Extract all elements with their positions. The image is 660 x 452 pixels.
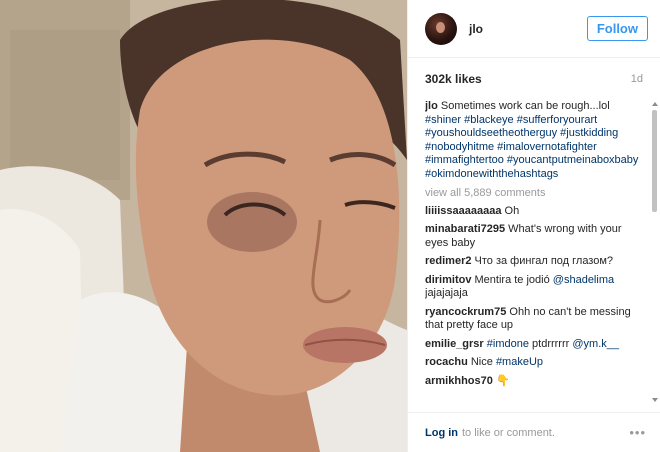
post-caption: jlo Sometimes work can be rough...lol #s… bbox=[425, 100, 646, 181]
post-age[interactable]: 1d bbox=[631, 73, 643, 85]
photo-illustration bbox=[0, 0, 407, 452]
scrollbar-thumb[interactable] bbox=[652, 110, 657, 212]
comment-mention[interactable]: @shadelima bbox=[553, 274, 614, 286]
login-link[interactable]: Log in bbox=[425, 427, 458, 439]
comment-text: Что за фингал под глазом? bbox=[474, 255, 614, 267]
more-options-icon[interactable]: ••• bbox=[629, 425, 646, 440]
view-all-comments-link[interactable]: view all 5,889 comments bbox=[425, 187, 646, 201]
comment-username[interactable]: redimer2 bbox=[425, 255, 471, 267]
comment-item: emilie_grsr #imdone ptdrrrrrr @ym.k__ bbox=[425, 338, 646, 352]
comment-item: dirimitov Mentira te jodió @shadelima ja… bbox=[425, 274, 646, 301]
comment-item: redimer2 Что за фингал под глазом? bbox=[425, 255, 646, 269]
comment-username[interactable]: liiiissaaaaaaaa bbox=[425, 205, 501, 217]
scroll-down-arrow-icon[interactable] bbox=[652, 398, 658, 402]
comment-text: ptdrrrrrr bbox=[532, 337, 570, 350]
comment-username[interactable]: ryancockrum75 bbox=[425, 306, 506, 318]
comments-scrollbar[interactable] bbox=[651, 102, 658, 402]
follow-button[interactable]: Follow bbox=[586, 16, 648, 41]
comment-item: rocachu Nice #makeUp bbox=[425, 356, 646, 370]
post-footer: Log in to like or comment. ••• bbox=[408, 412, 660, 452]
post-side-panel: jlo Follow 302k likes 1d jlo Sometimes w… bbox=[407, 0, 660, 452]
caption-text: Sometimes work can be rough...lol bbox=[440, 100, 610, 112]
comment-item: minabarati7295 What's wrong with your ey… bbox=[425, 223, 646, 250]
comment-username[interactable]: armikhhos70 bbox=[425, 375, 493, 387]
comment-item: liiiissaaaaaaaa Oh bbox=[425, 205, 646, 219]
caption-hashtags[interactable]: #shiner #blackeye #sufferforyourart #you… bbox=[425, 114, 638, 180]
comment-text: 👇 bbox=[495, 374, 510, 387]
comments-list: jlo Sometimes work can be rough...lol #s… bbox=[425, 100, 646, 412]
avatar[interactable] bbox=[425, 12, 457, 45]
instagram-post-view: jlo Follow 302k likes 1d jlo Sometimes w… bbox=[0, 0, 660, 452]
comment-text-after: jajajajaja bbox=[425, 287, 468, 299]
comment-text: Oh bbox=[504, 204, 520, 217]
comment-item: ryancockrum75 Ohh no can't be messing th… bbox=[425, 306, 646, 333]
post-photo[interactable] bbox=[0, 0, 407, 452]
comment-username[interactable]: minabarati7295 bbox=[425, 223, 505, 235]
scroll-up-arrow-icon[interactable] bbox=[652, 102, 658, 106]
comment-text: Nice bbox=[470, 356, 493, 368]
comment-username[interactable]: dirimitov bbox=[425, 274, 471, 286]
comment-item: armikhhos70 👇 bbox=[425, 375, 646, 389]
caption-username[interactable]: jlo bbox=[425, 100, 438, 112]
likes-count[interactable]: 302k likes bbox=[425, 72, 482, 86]
post-username[interactable]: jlo bbox=[469, 22, 587, 36]
post-stats: 302k likes 1d bbox=[408, 58, 660, 100]
comment-hashtag[interactable]: #makeUp bbox=[496, 356, 543, 368]
post-header: jlo Follow bbox=[408, 0, 660, 58]
comment-username[interactable]: rocachu bbox=[425, 356, 468, 368]
comment-mention[interactable]: @ym.k__ bbox=[572, 338, 619, 350]
comment-text: Mentira te jodió bbox=[474, 273, 550, 286]
comment-username[interactable]: emilie_grsr bbox=[425, 338, 484, 350]
comment-hashtag[interactable]: #imdone bbox=[487, 338, 529, 350]
login-prompt-text: to like or comment. bbox=[462, 426, 555, 439]
